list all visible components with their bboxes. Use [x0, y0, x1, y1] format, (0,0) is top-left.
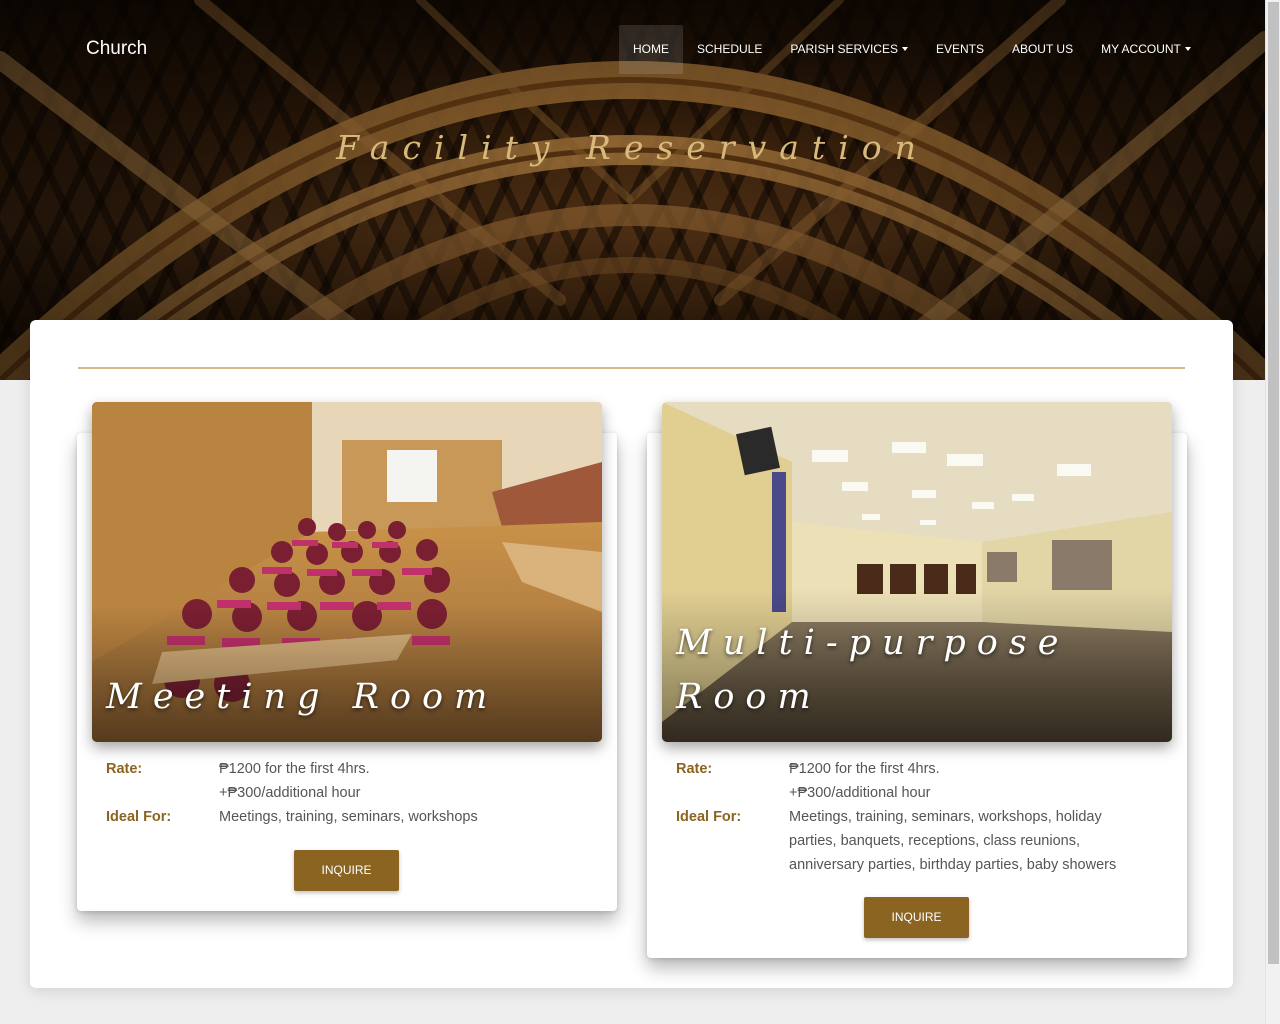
rate-row: Rate: ₱1200 for the first 4hrs. +₱300/ad…: [106, 757, 576, 805]
section-divider: [78, 367, 1185, 369]
rate-row: Rate: ₱1200 for the first 4hrs. +₱300/ad…: [676, 757, 1146, 805]
rate-value: ₱1200 for the first 4hrs. +₱300/addition…: [219, 757, 370, 805]
meeting-room-photo: Meeting Room: [92, 402, 602, 742]
ideal-for-row: Ideal For: Meetings, training, seminars,…: [106, 805, 576, 829]
nav-item-home[interactable]: HOME: [619, 25, 683, 74]
nav-item-label: EVENTS: [935, 42, 984, 56]
ideal-for-row: Ideal For: Meetings, training, seminars,…: [676, 805, 1146, 877]
nav-item-schedule[interactable]: SCHEDULE: [683, 25, 776, 74]
ideal-for-value: Meetings, training, seminars, workshops: [219, 809, 478, 825]
room-details: Rate: ₱1200 for the first 4hrs. +₱300/ad…: [106, 757, 576, 829]
ideal-for-label: Ideal For:: [676, 809, 742, 825]
multi-purpose-room-photo: Multi-purpose Room: [662, 402, 1172, 742]
room-name: Multi-purpose Room: [676, 623, 1070, 717]
main-content-card: Meeting Room Rate: ₱1200 for the first 4…: [30, 320, 1233, 988]
caret-down-icon: [1184, 47, 1191, 51]
nav-item-label: ABOUT US: [1011, 42, 1074, 56]
inquire-button[interactable]: INQUIRE: [294, 850, 399, 891]
nav-item-label: MY ACCOUNT: [1101, 42, 1181, 56]
navbar: Church HOME SCHEDULE PARISH SERVICES EVE…: [0, 0, 1265, 100]
nav-item-label: SCHEDULE: [697, 42, 763, 56]
nav-item-label: HOME: [633, 42, 669, 56]
scrollbar-thumb[interactable]: [1268, 2, 1279, 964]
rate-value: ₱1200 for the first 4hrs. +₱300/addition…: [789, 757, 940, 805]
nav-menu: HOME SCHEDULE PARISH SERVICES EVENTS ABO…: [619, 25, 1205, 74]
nav-item-parish-services[interactable]: PARISH SERVICES: [776, 25, 922, 74]
inquire-button[interactable]: INQUIRE: [864, 897, 969, 938]
page-scrollbar[interactable]: [1265, 0, 1280, 1024]
nav-item-label: PARISH SERVICES: [790, 42, 898, 56]
multi-purpose-room-card: Multi-purpose Room Rate: ₱1200 for the f…: [647, 402, 1187, 958]
meeting-room-card: Meeting Room Rate: ₱1200 for the first 4…: [77, 402, 617, 911]
rate-label: Rate:: [676, 761, 713, 777]
rate-line: ₱1200 for the first 4hrs.: [219, 761, 370, 777]
nav-item-about-us[interactable]: ABOUT US: [998, 25, 1087, 74]
ideal-for-value: Meetings, training, seminars, workshops,…: [789, 809, 1117, 873]
room-name: Meeting Room: [106, 677, 499, 717]
nav-item-my-account[interactable]: MY ACCOUNT: [1087, 25, 1205, 74]
room-details: Rate: ₱1200 for the first 4hrs. +₱300/ad…: [676, 757, 1146, 877]
caret-down-icon: [901, 47, 908, 51]
ideal-for-label: Ideal For:: [106, 809, 172, 825]
rate-line: +₱300/additional hour: [219, 785, 361, 801]
nav-item-events[interactable]: EVENTS: [922, 25, 998, 74]
brand-logo[interactable]: Church: [86, 38, 147, 60]
page-title: Facility Reservation: [336, 128, 929, 167]
rate-label: Rate:: [106, 761, 143, 777]
rate-line: +₱300/additional hour: [789, 785, 931, 801]
rate-line: ₱1200 for the first 4hrs.: [789, 761, 940, 777]
